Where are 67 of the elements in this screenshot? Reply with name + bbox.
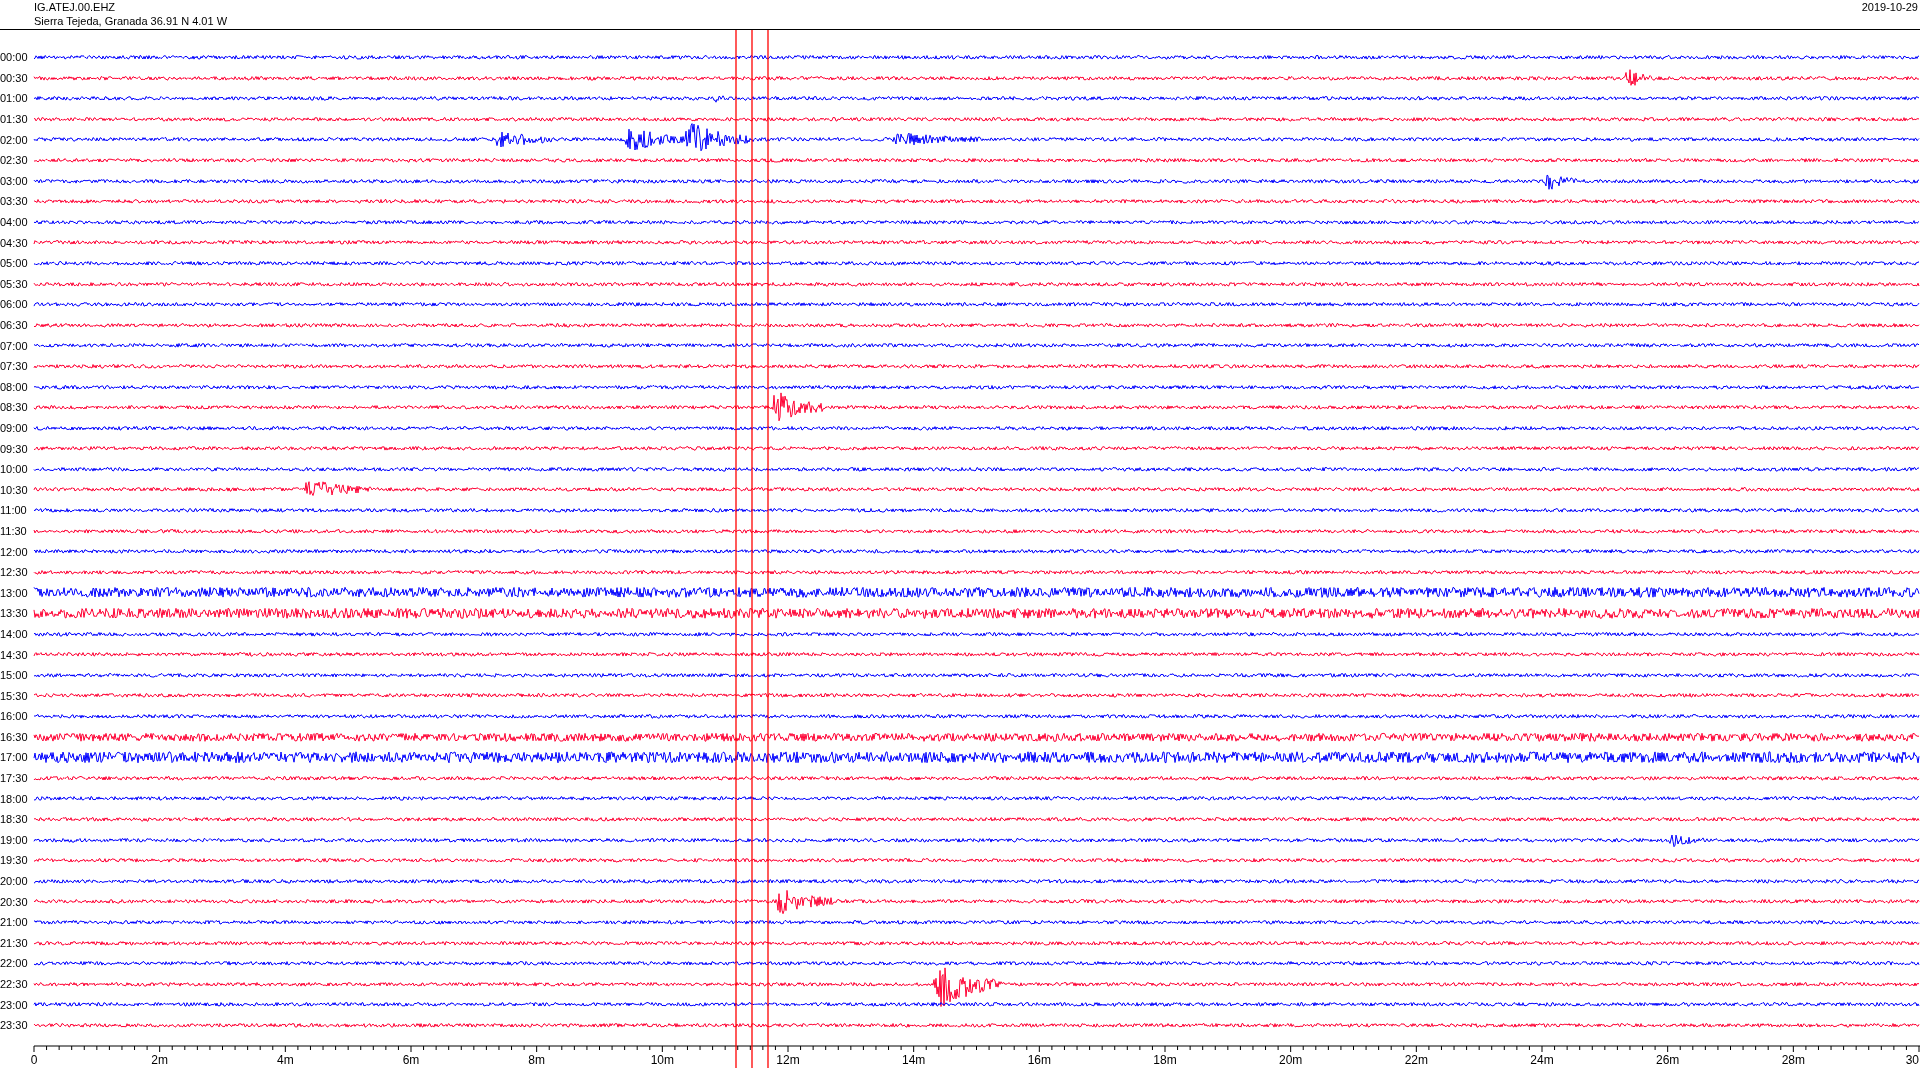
axis-label: 20m xyxy=(1279,1052,1303,1067)
time-label: 14:30 xyxy=(0,648,29,661)
time-label: 22:00 xyxy=(0,957,29,970)
axis-label: 6m xyxy=(402,1052,420,1067)
time-label: 23:00 xyxy=(0,998,29,1011)
time-label: 09:30 xyxy=(0,442,29,455)
time-label: 06:30 xyxy=(0,319,29,331)
axis-label: 10m xyxy=(650,1052,674,1067)
time-label: 11:30 xyxy=(0,524,28,537)
time-label: 17:30 xyxy=(0,772,29,785)
time-label: 10:00 xyxy=(0,463,29,476)
time-label: 08:30 xyxy=(0,401,29,414)
axis-label: 26m xyxy=(1656,1052,1680,1067)
time-label: 01:30 xyxy=(0,113,29,126)
axis-label: 0 xyxy=(30,1052,38,1067)
time-label: 15:00 xyxy=(0,669,29,682)
time-label: 15:30 xyxy=(0,689,29,702)
time-label: 10:30 xyxy=(0,483,29,496)
time-label: 11:00 xyxy=(0,504,28,517)
time-label: 04:00 xyxy=(0,216,29,229)
time-label: 05:30 xyxy=(0,277,29,290)
axis-label: 14m xyxy=(902,1052,926,1067)
axis-label: 22m xyxy=(1404,1052,1428,1067)
time-label: 03:30 xyxy=(0,195,29,208)
axis-label: 12m xyxy=(776,1052,800,1067)
time-label: 19:00 xyxy=(0,833,29,846)
time-label: 05:00 xyxy=(0,257,29,270)
time-label: 01:00 xyxy=(0,92,29,105)
time-label: 16:30 xyxy=(0,730,29,743)
time-label: 03:00 xyxy=(0,174,29,187)
time-label: 07:00 xyxy=(0,339,29,352)
time-label: 04:30 xyxy=(0,236,29,249)
axis-label: 30 xyxy=(1905,1052,1919,1067)
time-label: 14:00 xyxy=(0,627,29,640)
time-label: 23:30 xyxy=(0,1019,29,1032)
time-label: 13:30 xyxy=(0,607,29,620)
axis-label: 4m xyxy=(277,1052,294,1067)
time-label: 09:00 xyxy=(0,422,29,434)
axis-label: 2m xyxy=(151,1052,168,1067)
axis-label: 18m xyxy=(1153,1052,1177,1067)
time-label: 22:30 xyxy=(0,978,29,990)
axis-label: 24m xyxy=(1530,1052,1554,1067)
station-code: IG.ATEJ.00.EHZ xyxy=(34,0,117,14)
time-label: 17:00 xyxy=(0,751,29,764)
time-label: 06:00 xyxy=(0,298,29,311)
time-label: 12:30 xyxy=(0,566,29,579)
axis-label: 16m xyxy=(1027,1052,1051,1067)
time-label: 00:30 xyxy=(0,71,29,84)
time-label: 12:00 xyxy=(0,545,29,558)
time-label: 07:30 xyxy=(0,360,29,373)
time-label: 20:30 xyxy=(0,895,29,908)
time-label: 16:00 xyxy=(0,710,29,723)
time-label: 21:00 xyxy=(0,916,29,929)
time-label: 13:00 xyxy=(0,586,29,599)
time-label: 18:30 xyxy=(0,813,29,826)
axis-label: 8m xyxy=(528,1052,545,1067)
station-location: Sierra Tejeda, Granada 36.91 N 4.01 W xyxy=(34,14,228,28)
time-label: 18:00 xyxy=(0,792,29,805)
time-label: 21:30 xyxy=(0,936,29,949)
date-label: 2019-10-29 xyxy=(1861,0,1918,15)
time-label: 20:00 xyxy=(0,875,29,888)
time-label: 02:30 xyxy=(0,154,29,167)
time-label: 02:00 xyxy=(0,133,29,146)
axis-label: 28m xyxy=(1781,1052,1805,1067)
time-label: 00:00 xyxy=(0,51,29,64)
time-label: 19:30 xyxy=(0,854,29,867)
time-label: 08:00 xyxy=(0,380,29,393)
